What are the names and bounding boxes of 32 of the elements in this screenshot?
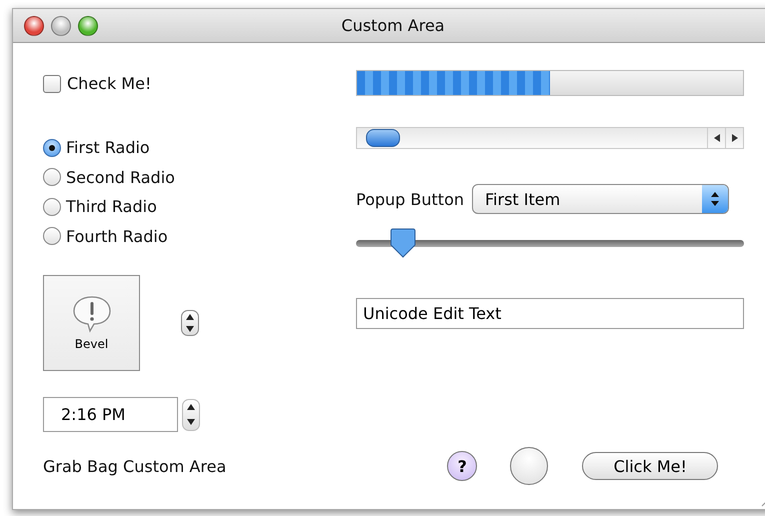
up-arrow-icon[interactable]	[187, 404, 195, 410]
left-arrow-icon	[714, 134, 720, 142]
bevel-button[interactable]: Bevel	[43, 275, 140, 371]
minimize-button[interactable]	[51, 16, 71, 36]
time-stepper[interactable]	[182, 398, 200, 430]
slider[interactable]	[356, 228, 744, 258]
stepper[interactable]	[181, 310, 199, 336]
speech-bubble-icon	[72, 295, 112, 333]
help-button[interactable]: ?	[447, 451, 478, 481]
right-arrow-icon	[732, 134, 738, 142]
up-arrow-icon[interactable]	[186, 314, 194, 320]
text-field[interactable]: Unicode Edit Text	[356, 298, 744, 329]
zoom-button[interactable]	[78, 16, 98, 36]
close-button[interactable]	[24, 16, 44, 36]
radio-button[interactable]: First Radio	[43, 133, 175, 162]
down-arrow-icon[interactable]	[186, 326, 194, 332]
radio-button[interactable]: Fourth Radio	[43, 222, 175, 251]
check-me-checkbox[interactable]: Check Me!	[43, 74, 152, 93]
up-down-arrows-icon	[711, 191, 719, 207]
time-field[interactable]: 2:16 PM	[43, 397, 178, 432]
popup-button[interactable]: First Item	[472, 184, 729, 214]
radio-button[interactable]: Second Radio	[43, 162, 175, 192]
window-title: Custom Area	[341, 16, 445, 35]
click-me-button[interactable]: Click Me!	[582, 452, 718, 480]
footer-label: Grab Bag Custom Area	[43, 456, 226, 476]
radio-button[interactable]: Third Radio	[43, 192, 175, 222]
scroll-bar[interactable]	[356, 127, 744, 149]
round-button[interactable]	[510, 447, 548, 485]
scroll-thumb[interactable]	[366, 129, 400, 147]
slider-thumb[interactable]	[390, 228, 416, 258]
down-arrow-icon[interactable]	[187, 419, 195, 425]
popup-label: Popup Button	[356, 190, 464, 208]
